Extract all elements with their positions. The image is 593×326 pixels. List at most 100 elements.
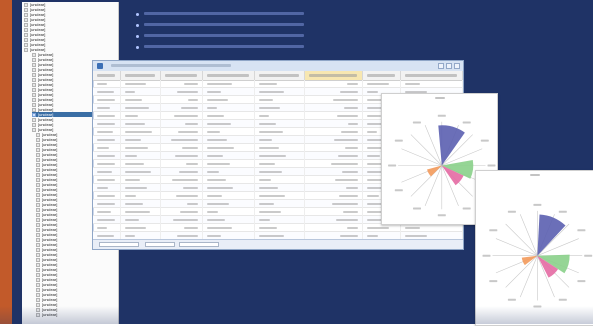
table-cell[interactable]	[255, 136, 305, 144]
table-cell[interactable]	[255, 96, 305, 104]
table-cell[interactable]	[255, 120, 305, 128]
table-cell[interactable]	[203, 80, 255, 88]
table-cell[interactable]	[93, 184, 121, 192]
column-header[interactable]	[401, 71, 463, 80]
table-cell[interactable]	[255, 168, 305, 176]
table-cell[interactable]	[401, 224, 463, 232]
table-cell[interactable]	[121, 200, 161, 208]
table-cell[interactable]	[203, 136, 255, 144]
table-cell[interactable]	[255, 200, 305, 208]
table-cell[interactable]	[255, 184, 305, 192]
table-cell[interactable]	[121, 168, 161, 176]
table-cell[interactable]	[161, 216, 203, 224]
table-cell[interactable]	[255, 128, 305, 136]
table-cell[interactable]	[93, 216, 121, 224]
table-cell[interactable]	[161, 136, 203, 144]
table-cell[interactable]	[305, 80, 363, 88]
table-cell[interactable]	[121, 192, 161, 200]
table-cell[interactable]	[161, 88, 203, 96]
table-cell[interactable]	[255, 160, 305, 168]
table-cell[interactable]	[93, 96, 121, 104]
table-cell[interactable]	[161, 192, 203, 200]
table-cell[interactable]	[305, 176, 363, 184]
table-cell[interactable]	[161, 176, 203, 184]
table-cell[interactable]	[203, 128, 255, 136]
table-cell[interactable]	[203, 216, 255, 224]
table-cell[interactable]	[121, 184, 161, 192]
table-cell[interactable]	[363, 80, 401, 88]
table-cell[interactable]	[305, 152, 363, 160]
table-cell[interactable]	[93, 120, 121, 128]
table-cell[interactable]	[161, 184, 203, 192]
table-cell[interactable]	[203, 184, 255, 192]
table-cell[interactable]	[93, 112, 121, 120]
table-cell[interactable]	[305, 168, 363, 176]
table-cell[interactable]	[121, 112, 161, 120]
table-cell[interactable]	[93, 152, 121, 160]
table-row[interactable]	[93, 224, 463, 232]
table-cell[interactable]	[93, 168, 121, 176]
table-cell[interactable]	[305, 208, 363, 216]
table-cell[interactable]	[203, 224, 255, 232]
table-cell[interactable]	[203, 144, 255, 152]
column-header[interactable]	[93, 71, 121, 80]
table-cell[interactable]	[93, 208, 121, 216]
table-cell[interactable]	[203, 208, 255, 216]
table-cell[interactable]	[255, 192, 305, 200]
column-header[interactable]	[203, 71, 255, 80]
table-cell[interactable]	[121, 208, 161, 216]
table-cell[interactable]	[93, 80, 121, 88]
table-cell[interactable]	[305, 200, 363, 208]
table-cell[interactable]	[121, 120, 161, 128]
table-cell[interactable]	[161, 200, 203, 208]
table-cell[interactable]	[255, 144, 305, 152]
table-cell[interactable]	[203, 160, 255, 168]
table-cell[interactable]	[305, 120, 363, 128]
table-cell[interactable]	[363, 224, 401, 232]
table-cell[interactable]	[305, 184, 363, 192]
table-cell[interactable]	[255, 88, 305, 96]
table-cell[interactable]	[121, 152, 161, 160]
table-cell[interactable]	[161, 144, 203, 152]
table-cell[interactable]	[161, 208, 203, 216]
table-cell[interactable]	[93, 144, 121, 152]
table-cell[interactable]	[305, 128, 363, 136]
table-cell[interactable]	[93, 160, 121, 168]
table-cell[interactable]	[401, 80, 463, 88]
close-button[interactable]	[454, 63, 460, 69]
table-cell[interactable]	[305, 88, 363, 96]
record-navigator[interactable]	[99, 242, 139, 247]
table-cell[interactable]	[161, 152, 203, 160]
minimize-button[interactable]	[438, 63, 444, 69]
table-cell[interactable]	[255, 104, 305, 112]
column-header[interactable]	[121, 71, 161, 80]
table-cell[interactable]	[121, 224, 161, 232]
table-cell[interactable]	[203, 168, 255, 176]
table-cell[interactable]	[93, 88, 121, 96]
table-cell[interactable]	[121, 216, 161, 224]
table-cell[interactable]	[121, 104, 161, 112]
table-cell[interactable]	[305, 216, 363, 224]
table-cell[interactable]	[121, 128, 161, 136]
table-cell[interactable]	[203, 192, 255, 200]
table-cell[interactable]	[161, 160, 203, 168]
table-cell[interactable]	[93, 176, 121, 184]
table-cell[interactable]	[203, 120, 255, 128]
table-cell[interactable]	[121, 136, 161, 144]
table-cell[interactable]	[161, 120, 203, 128]
table-cell[interactable]	[255, 224, 305, 232]
table-cell[interactable]	[161, 96, 203, 104]
table-cell[interactable]	[305, 104, 363, 112]
table-cell[interactable]	[255, 80, 305, 88]
table-cell[interactable]	[305, 144, 363, 152]
table-cell[interactable]	[305, 96, 363, 104]
table-row[interactable]	[93, 80, 463, 88]
table-cell[interactable]	[121, 144, 161, 152]
table-cell[interactable]	[203, 88, 255, 96]
table-cell[interactable]	[305, 136, 363, 144]
table-cell[interactable]	[121, 80, 161, 88]
table-cell[interactable]	[203, 200, 255, 208]
table-cell[interactable]	[93, 104, 121, 112]
table-cell[interactable]	[93, 224, 121, 232]
column-header[interactable]	[305, 71, 363, 80]
